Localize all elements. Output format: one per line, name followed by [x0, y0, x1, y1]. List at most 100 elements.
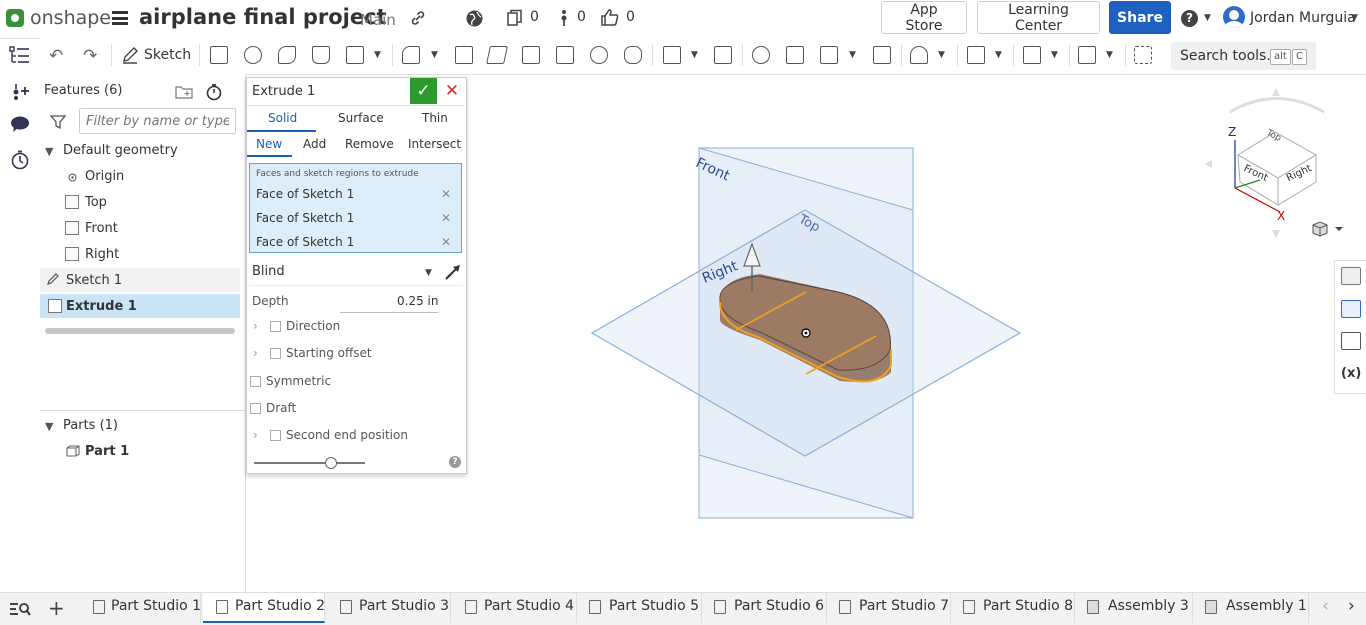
appearance-panel-icon[interactable]: [1341, 267, 1361, 285]
parts-header[interactable]: Parts (1): [63, 418, 118, 433]
remove-selection-icon[interactable]: ✕: [441, 187, 451, 201]
scroll-tabs-right-icon[interactable]: ›: [1348, 596, 1355, 616]
filter-icon[interactable]: [49, 114, 67, 134]
redo-icon[interactable]: ↷: [83, 46, 97, 66]
bottom-tab[interactable]: Part Studio 6: [702, 593, 827, 623]
insert-part-icon[interactable]: [9, 81, 31, 105]
bottom-tab[interactable]: Part Studio 5: [577, 593, 702, 623]
sweep-tool-icon[interactable]: [278, 46, 296, 64]
bottom-tab[interactable]: Assembly 3: [1075, 593, 1193, 623]
revolve-tool-icon[interactable]: [244, 46, 262, 64]
draft-tool-icon[interactable]: [486, 46, 508, 64]
bottom-tab[interactable]: Part Studio 3: [327, 593, 451, 623]
share-button[interactable]: Share: [1109, 1, 1171, 34]
view-options-icon[interactable]: [1311, 221, 1343, 241]
op-new[interactable]: New: [256, 137, 282, 151]
draft-checkbox[interactable]: [250, 403, 261, 414]
chevron-right-icon[interactable]: ›: [253, 346, 258, 360]
comments-icon[interactable]: [9, 115, 31, 137]
rollback-timer-icon[interactable]: [205, 83, 223, 105]
globe-icon[interactable]: [465, 9, 484, 32]
learning-center-button[interactable]: Learning Center: [977, 1, 1100, 34]
plane-tool-icon[interactable]: [967, 46, 985, 64]
mass-properties-icon[interactable]: [1341, 332, 1361, 350]
menu-icon[interactable]: [112, 11, 128, 25]
thicken-tool-icon[interactable]: [346, 46, 364, 64]
bottom-tab-active[interactable]: Part Studio 2: [203, 593, 325, 623]
chevron-down-icon[interactable]: ▼: [849, 50, 856, 60]
branch-label[interactable]: Main: [360, 11, 396, 29]
bottom-tab[interactable]: Part Studio 1: [79, 593, 201, 623]
second-end-checkbox[interactable]: [270, 430, 281, 441]
tree-item-part1[interactable]: Part 1: [85, 444, 129, 459]
user-name[interactable]: Jordan Murguia: [1250, 10, 1356, 26]
modify-fillet-tool-icon[interactable]: [910, 46, 928, 64]
depth-input[interactable]: 0.25 in: [397, 294, 438, 308]
tree-item-front[interactable]: Front: [85, 221, 118, 236]
chevron-right-icon[interactable]: ›: [253, 319, 258, 333]
user-dropdown-icon[interactable]: ▼: [1351, 13, 1358, 23]
help-dropdown-icon[interactable]: ▼: [1204, 13, 1211, 23]
history-icon[interactable]: [10, 150, 30, 174]
like-icon[interactable]: [600, 8, 620, 31]
op-remove[interactable]: Remove: [345, 137, 394, 151]
tab-thin[interactable]: Thin: [422, 111, 448, 125]
hole-tool-icon[interactable]: [590, 46, 608, 64]
mirror-tool-icon[interactable]: [714, 46, 732, 64]
onshape-logo-icon[interactable]: [6, 9, 24, 27]
flip-direction-icon[interactable]: [443, 262, 463, 286]
confirm-button[interactable]: ✓: [410, 78, 437, 104]
rib-tool-icon[interactable]: [522, 46, 540, 64]
sketch-pencil-icon[interactable]: [121, 46, 139, 68]
extrude-tool-icon[interactable]: [210, 46, 228, 64]
add-custom-feature-icon[interactable]: [1134, 46, 1152, 64]
transform-tool-icon[interactable]: [820, 46, 838, 64]
boolean-tool-icon[interactable]: [752, 46, 770, 64]
chevron-down-icon[interactable]: ▼: [45, 145, 53, 158]
chevron-down-icon[interactable]: ▼: [431, 50, 438, 60]
chevron-down-icon[interactable]: ▼: [425, 268, 432, 278]
cancel-button[interactable]: ✕: [441, 78, 463, 104]
tree-item-sketch1[interactable]: Sketch 1: [66, 273, 122, 288]
remove-selection-icon[interactable]: ✕: [441, 211, 451, 225]
bottom-tab[interactable]: Assembly 1: [1193, 593, 1309, 623]
brand-name[interactable]: onshape: [30, 7, 111, 29]
bottom-tab[interactable]: Part Studio 8: [951, 593, 1075, 623]
search-tabs-icon[interactable]: [9, 599, 31, 621]
symmetric-checkbox[interactable]: [250, 376, 261, 387]
tree-item-origin[interactable]: Origin: [85, 169, 124, 184]
loft-tool-icon[interactable]: [312, 46, 330, 64]
bill-of-materials-icon[interactable]: [1341, 300, 1361, 318]
documents-icon[interactable]: [506, 9, 524, 31]
end-type-select[interactable]: Blind: [252, 264, 285, 279]
chevron-down-icon[interactable]: ▼: [1051, 50, 1058, 60]
starting-offset-checkbox[interactable]: [270, 348, 281, 359]
document-title[interactable]: airplane final project: [139, 5, 387, 29]
sheet-metal-tool-icon[interactable]: [1078, 46, 1096, 64]
feature-list-icon[interactable]: [9, 45, 31, 69]
remove-selection-icon[interactable]: ✕: [441, 235, 451, 249]
variables-icon[interactable]: (x): [1341, 366, 1361, 381]
tree-item-right[interactable]: Right: [85, 247, 119, 262]
tab-solid[interactable]: Solid: [268, 111, 297, 125]
tree-item-top[interactable]: Top: [85, 195, 107, 210]
help-icon[interactable]: ?: [1181, 10, 1198, 27]
avatar[interactable]: [1223, 6, 1245, 28]
versions-icon[interactable]: [559, 9, 569, 31]
chevron-down-icon[interactable]: ▼: [691, 50, 698, 60]
chevron-down-icon[interactable]: ▼: [45, 420, 53, 433]
link-icon[interactable]: [409, 9, 427, 31]
sketch-button[interactable]: Sketch: [144, 47, 191, 63]
app-store-button[interactable]: App Store: [881, 1, 967, 34]
mate-connector-tool-icon[interactable]: [1023, 46, 1041, 64]
scroll-tabs-left-icon[interactable]: ‹: [1322, 596, 1329, 616]
feature-list-scrollbar[interactable]: [45, 328, 235, 334]
bottom-tab[interactable]: Part Studio 7: [827, 593, 951, 623]
chevron-down-icon[interactable]: ▼: [995, 50, 1002, 60]
chamfer-tool-icon[interactable]: [455, 46, 473, 64]
delete-part-tool-icon[interactable]: [873, 46, 891, 64]
pattern-tool-icon[interactable]: [663, 46, 681, 64]
dialog-title[interactable]: Extrude 1: [252, 84, 315, 99]
tree-item-extrude1[interactable]: Extrude 1: [66, 299, 137, 314]
direction-checkbox[interactable]: [270, 321, 281, 332]
